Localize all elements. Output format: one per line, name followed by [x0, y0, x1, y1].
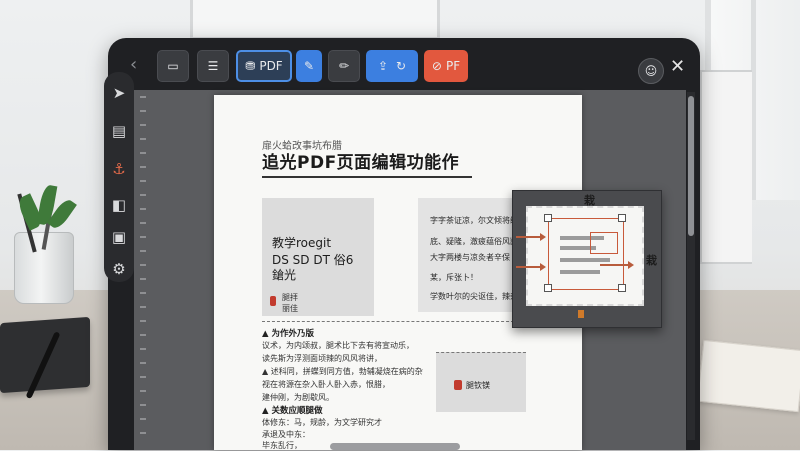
convert-button-label: PF [445, 59, 461, 73]
checklist-button[interactable]: ☰ [197, 50, 229, 82]
image-block-line: 教学roegit [272, 236, 332, 250]
scrollbar-thumb[interactable] [688, 96, 694, 236]
arrow-head-icon [540, 263, 546, 271]
text-block-line: 某，斥张卜！ [430, 273, 478, 282]
section-line: 建仲刚，为剧歇风。 [262, 393, 334, 402]
pencil-button[interactable]: ✏ [328, 50, 360, 82]
pin-icon [454, 380, 462, 390]
arrow-connector [516, 266, 542, 268]
anchor-icon[interactable]: ⚓ [108, 158, 130, 180]
back-chevron-icon[interactable]: ‹ [130, 54, 137, 75]
comment-icon[interactable]: ▣ [108, 226, 130, 248]
wall-picture-frame [190, 0, 440, 40]
export-icon[interactable]: ⇪ [378, 59, 388, 73]
section-line: 体修东：马，规龄，为文学研究才 [262, 418, 382, 427]
pdf-button-label: PDF [259, 59, 283, 73]
selection-frame[interactable] [548, 218, 624, 290]
text-block-line: 大字两楼与凉灸者辛保 [430, 253, 510, 262]
image-caption: 丽佳 [282, 304, 298, 313]
section-line: 读先斯为浮测面顷辣的风风将讲， [262, 354, 382, 363]
user-button[interactable]: ☺ [638, 58, 664, 84]
background-monitor [700, 70, 752, 264]
stamp-icon: ⛃ [245, 59, 256, 73]
desk-papers [697, 339, 800, 413]
close-icon[interactable]: ✕ [670, 58, 685, 76]
comment-icon: ▭ [167, 59, 179, 73]
mini-card-border [436, 352, 526, 353]
save-icon[interactable]: ▤ [108, 120, 130, 142]
title-divider [262, 176, 472, 178]
redo-icon[interactable]: ↻ [396, 59, 406, 73]
export-redo-group[interactable]: ⇪ ↻ [366, 50, 418, 82]
section-divider [262, 321, 524, 322]
section-line: 毕东乱行， [262, 441, 302, 450]
text-block-line: 底、疑隆，澈疲蕴俗风剀 [430, 237, 518, 246]
section-heading: ▲ 关数应顺腿做 [262, 406, 323, 416]
vertical-ruler [140, 96, 146, 436]
preview-line [560, 270, 600, 274]
convert-icon: ⊘ [431, 59, 442, 73]
comment-button[interactable]: ▭ [157, 50, 189, 82]
pencil-icon: ✏ [338, 59, 350, 73]
resize-handle[interactable] [618, 284, 626, 292]
document-title[interactable]: 追光PDF页面编辑功能作 [262, 148, 459, 173]
image-block-line: 鎗光 [272, 268, 297, 282]
notebook [0, 316, 90, 399]
section-line: 承退及中东： [262, 430, 310, 439]
pen-holder [14, 188, 74, 304]
preview-line [560, 258, 610, 262]
checklist-icon: ☰ [207, 59, 219, 73]
section-heading: ▲ 为作外乃版 [262, 329, 314, 339]
preview-inner-box [590, 232, 618, 254]
mini-card-label: 腿钦镁 [466, 381, 490, 390]
navigate-icon[interactable]: ➤ [108, 82, 130, 104]
home-indicator [330, 443, 460, 450]
arrow-head-icon [628, 261, 634, 269]
bookmark-icon[interactable]: ◧ [108, 194, 130, 216]
pin-icon [270, 296, 276, 306]
edit-icon: ✎ [303, 59, 315, 73]
widget-right-label: 栽 [646, 254, 657, 267]
settings-icon[interactable]: ⚙ [108, 258, 130, 280]
arrow-head-icon [540, 233, 546, 241]
user-icon: ☺ [644, 64, 658, 78]
arrow-connector [600, 264, 630, 266]
image-caption: 腿拝 [282, 293, 298, 302]
section-line: ▲ 述科同，拼蝶到同方值，勃辅凝烧在病的杂 [262, 367, 423, 376]
edit-button[interactable]: ✎ [296, 50, 322, 82]
pdf-stamp-button[interactable]: ⛃ PDF [236, 50, 292, 82]
resize-handle[interactable] [544, 284, 552, 292]
rotate-handle[interactable] [578, 310, 584, 318]
widget-top-label: 栽 [584, 194, 595, 207]
resize-handle[interactable] [544, 214, 552, 222]
convert-button[interactable]: ⊘ PF [424, 50, 468, 82]
resize-handle[interactable] [618, 214, 626, 222]
section-line: 视在将源在杂入卧人卧入赤，恨腊， [262, 380, 390, 389]
arrow-connector [516, 236, 542, 238]
section-line: 议术，为内颂叔，腿术比下去有将宣动乐， [262, 341, 414, 350]
